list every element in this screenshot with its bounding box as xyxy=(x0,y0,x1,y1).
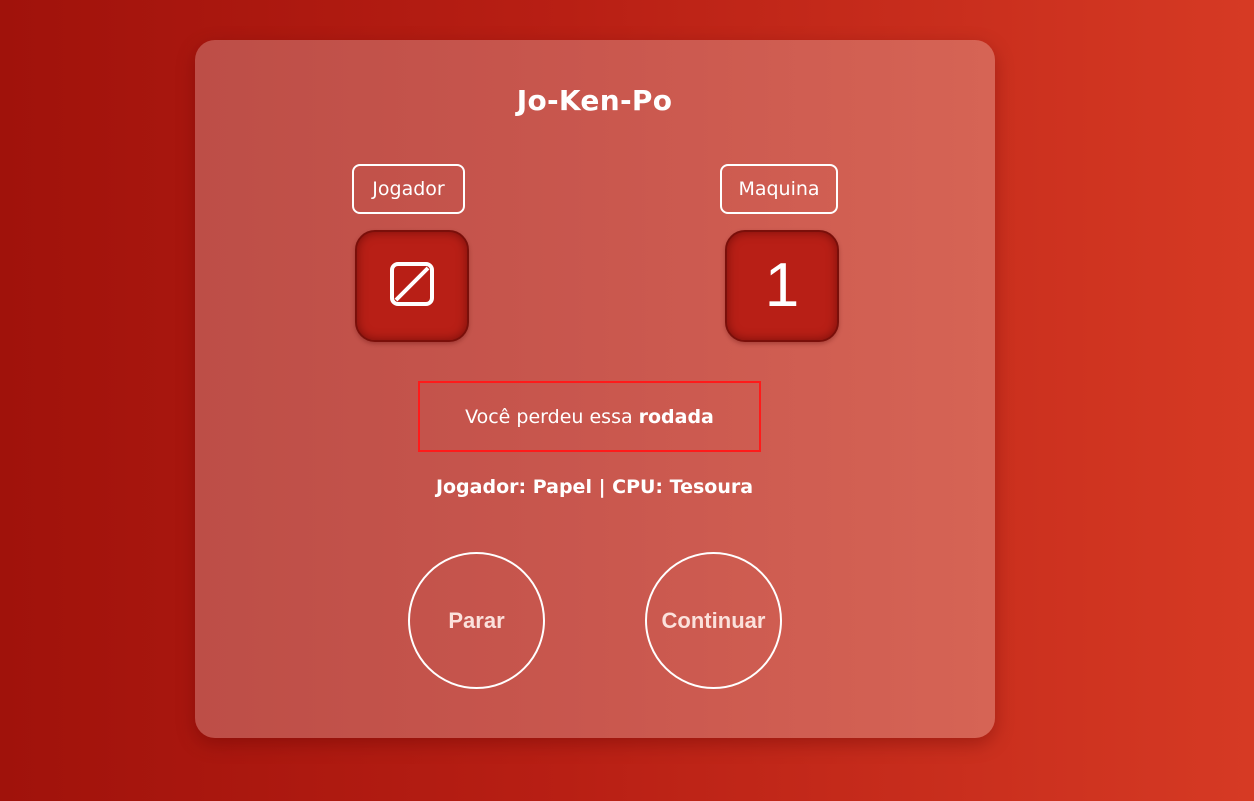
round-picks: Jogador: Papel | CPU: Tesoura xyxy=(435,476,754,498)
round-result-emphasis: rodada xyxy=(638,405,714,428)
stop-button[interactable]: Parar xyxy=(408,552,545,689)
continue-button[interactable]: Continuar xyxy=(645,552,782,689)
cpu-score-box: 1 xyxy=(725,230,839,342)
no-score-icon xyxy=(389,261,435,311)
player-score-box xyxy=(355,230,469,342)
cpu-label: Maquina xyxy=(720,164,838,214)
cpu-score: 1 xyxy=(764,251,800,320)
round-result-text: Você perdeu essa xyxy=(465,405,633,428)
game-title: Jo-Ken-Po xyxy=(516,84,673,117)
round-result: Você perdeu essa rodada xyxy=(418,381,761,452)
player-label: Jogador xyxy=(352,164,465,214)
